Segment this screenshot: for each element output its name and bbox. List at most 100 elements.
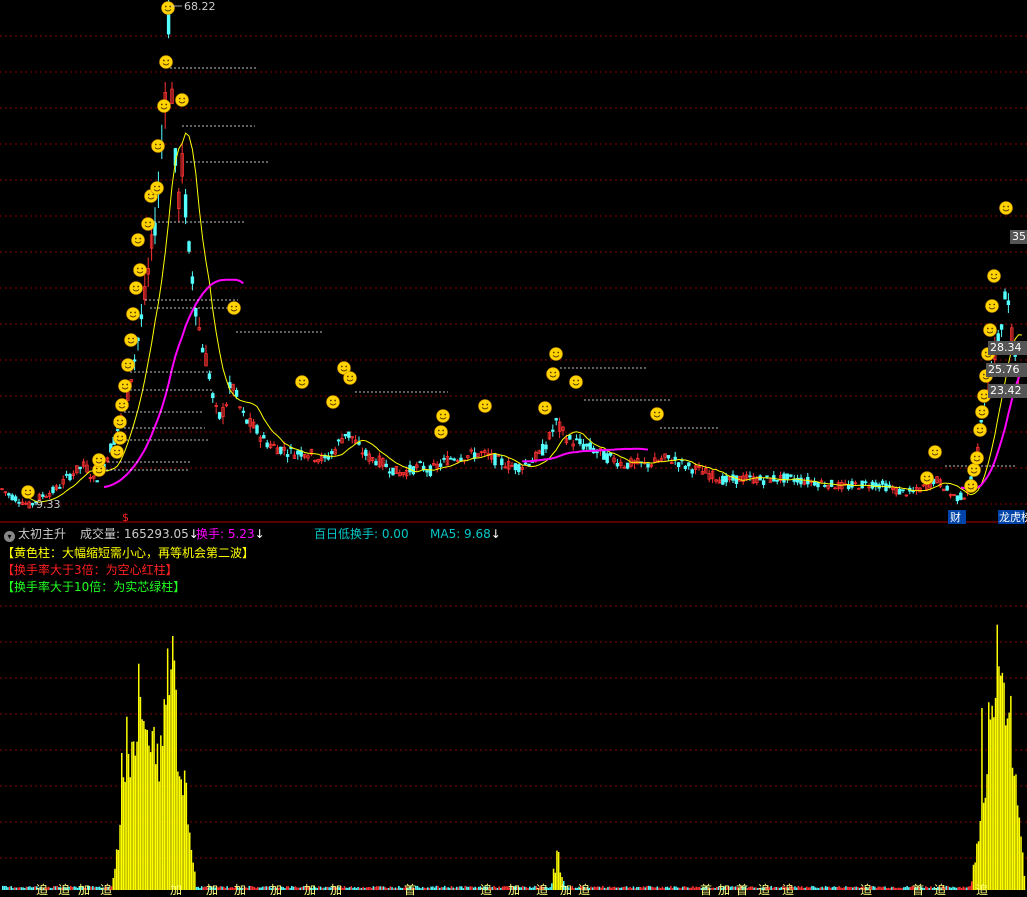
turnover-bar bbox=[445, 887, 448, 890]
turnover-bar bbox=[755, 887, 757, 890]
ranking-tag: 龙虎榜 bbox=[999, 510, 1027, 524]
turnover-bar bbox=[843, 887, 845, 890]
smiley-icon bbox=[227, 301, 241, 315]
turnover-bar bbox=[523, 886, 526, 890]
turnover-bar bbox=[374, 886, 376, 890]
turnover-bar bbox=[292, 886, 295, 890]
turnover-bar bbox=[979, 820, 981, 890]
smiley-icon bbox=[110, 445, 124, 459]
turnover-bar bbox=[928, 888, 930, 890]
candle-body bbox=[13, 496, 18, 502]
candle-body bbox=[115, 429, 120, 431]
turnover-bar bbox=[654, 887, 657, 890]
turnover-bar bbox=[778, 887, 781, 890]
candle-body bbox=[816, 482, 820, 488]
turnover-bar bbox=[804, 887, 806, 890]
turnover-bar bbox=[428, 888, 431, 890]
turnover-bar bbox=[251, 886, 254, 890]
turnover-bar bbox=[54, 886, 57, 890]
turnover-bar bbox=[948, 887, 951, 890]
candle-body bbox=[785, 473, 790, 480]
turnover-bar bbox=[795, 887, 798, 890]
stock-chart[interactable]: 追追加追加加加加加加首追加追加追首加首追追追首追追 68.229.333528.… bbox=[0, 0, 1027, 897]
candle-body bbox=[625, 462, 630, 469]
turnover-bar bbox=[982, 802, 985, 890]
candle-body bbox=[540, 443, 545, 456]
turnover-bar bbox=[418, 887, 420, 890]
candle-body bbox=[255, 425, 259, 434]
candle-body bbox=[870, 481, 875, 489]
candle-body bbox=[789, 474, 793, 477]
turnover-bar bbox=[362, 886, 364, 890]
turnover-bar bbox=[807, 887, 810, 890]
turnover-bar bbox=[551, 883, 553, 890]
candle-body bbox=[347, 431, 351, 438]
turnover-bar bbox=[892, 886, 895, 890]
chart-tags: 68.22 9.33 35 28.34 25.76 23.42 $ 财 龙虎榜 bbox=[36, 0, 1027, 524]
turnover-bar bbox=[136, 741, 138, 890]
turnover-bar bbox=[897, 887, 900, 890]
turnover-bar bbox=[421, 886, 424, 890]
candle-body bbox=[190, 276, 195, 284]
turnover-bar bbox=[500, 887, 502, 890]
turnover-bar bbox=[285, 886, 288, 890]
turnover-bar bbox=[644, 887, 647, 890]
turnover-bar bbox=[812, 886, 815, 890]
turnover-bar bbox=[925, 886, 927, 890]
turnover-bar bbox=[452, 887, 454, 890]
turnover-bar bbox=[823, 887, 825, 890]
candle-body bbox=[761, 480, 766, 485]
turnover-bar bbox=[158, 781, 160, 890]
moving-average-lines bbox=[28, 132, 1023, 503]
candle-body bbox=[646, 463, 650, 468]
indicator-name[interactable]: ▾ 太初主升 bbox=[4, 525, 66, 543]
turnover-bar bbox=[772, 887, 774, 890]
candle-body bbox=[493, 453, 497, 466]
turnover-bar bbox=[200, 886, 203, 890]
turnover-bar bbox=[420, 888, 422, 890]
turnover-bar bbox=[753, 887, 755, 890]
turnover-bar bbox=[554, 872, 556, 890]
smiley-icon bbox=[983, 323, 997, 337]
turnover-bar bbox=[994, 697, 997, 890]
turnover-bar bbox=[255, 887, 257, 890]
turnover-bar bbox=[15, 887, 18, 890]
smiley-icon bbox=[92, 453, 106, 467]
turnover-bar bbox=[189, 832, 191, 890]
turnover-bar bbox=[875, 888, 878, 890]
turnover-bar bbox=[97, 886, 99, 890]
chevron-down-icon[interactable]: ▾ bbox=[4, 531, 15, 542]
signal-label: 首 bbox=[404, 883, 416, 897]
candle-body bbox=[765, 475, 769, 478]
high-price-label: 68.22 bbox=[184, 0, 216, 13]
turnover-bar bbox=[950, 887, 953, 890]
candle-body bbox=[68, 474, 72, 481]
turnover-bar bbox=[670, 885, 672, 890]
candle-body bbox=[234, 389, 239, 397]
turnover-bar bbox=[671, 888, 674, 890]
turnover-bar bbox=[394, 887, 397, 890]
turnover-bar bbox=[819, 887, 822, 890]
turnover-bar bbox=[991, 705, 993, 890]
smiley-icon bbox=[970, 451, 984, 465]
turnover-bar bbox=[369, 887, 371, 890]
turnover-bar bbox=[134, 755, 137, 890]
turnover-bar bbox=[360, 888, 363, 890]
turnover-bar bbox=[49, 887, 52, 890]
turnover-bar bbox=[498, 886, 500, 890]
turnover-bar bbox=[223, 886, 225, 890]
candle-body bbox=[17, 501, 21, 504]
turnover-bar bbox=[194, 871, 196, 890]
turnover-bar bbox=[185, 782, 188, 890]
candle-body bbox=[207, 373, 212, 380]
turnover-bar bbox=[132, 741, 135, 890]
candle-body bbox=[513, 463, 518, 471]
turnover-bar bbox=[926, 887, 929, 890]
turnover-bar bbox=[3, 885, 6, 890]
turnover-bar bbox=[347, 887, 349, 890]
turnover-bar bbox=[250, 885, 252, 890]
turnover-bar bbox=[93, 887, 96, 890]
turnover-bar bbox=[1023, 875, 1026, 890]
turnover-bar bbox=[12, 888, 14, 890]
turnover-bar bbox=[114, 868, 116, 890]
